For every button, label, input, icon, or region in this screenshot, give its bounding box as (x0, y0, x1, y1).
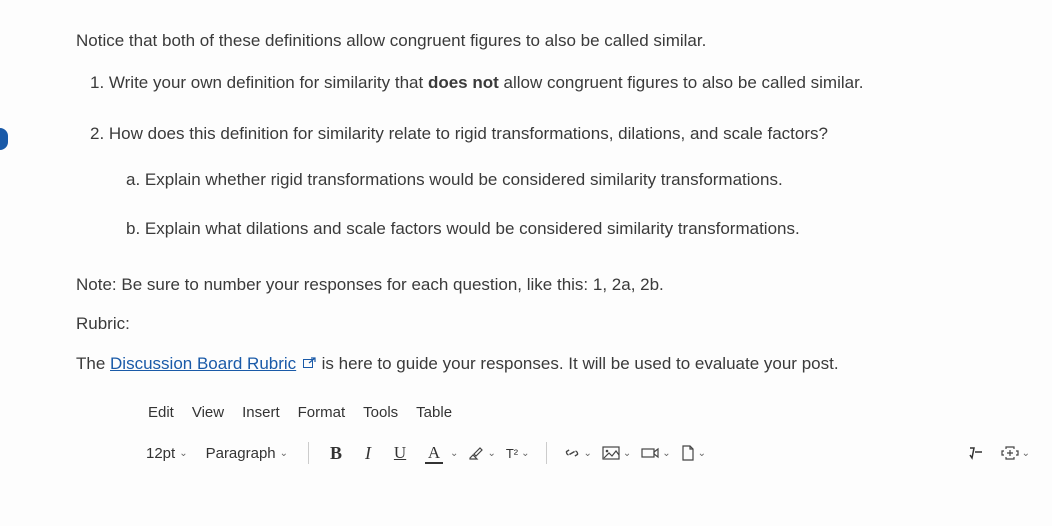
external-link-icon (303, 351, 317, 363)
text-color-icon: A (421, 441, 447, 465)
question-1: 1. Write your own definition for similar… (76, 70, 976, 96)
text-color-letter: A (428, 443, 440, 463)
italic-button[interactable]: I (355, 441, 381, 465)
editor-toolbar-container: Edit View Insert Format Tools Table 12pt… (0, 404, 1052, 465)
media-icon (641, 446, 659, 460)
block-format-value: Paragraph (206, 445, 276, 462)
chevron-down-icon: ⌄ (662, 448, 670, 459)
q1-text-after: allow congruent figures to also be calle… (499, 73, 864, 92)
menu-tools[interactable]: Tools (363, 404, 398, 421)
math-icon (968, 445, 984, 461)
link-icon (563, 446, 581, 460)
menu-view[interactable]: View (192, 404, 224, 421)
intro-paragraph: Notice that both of these definitions al… (76, 28, 976, 54)
chevron-down-icon: ⌄ (698, 448, 706, 459)
menu-edit[interactable]: Edit (148, 404, 174, 421)
q1-bold-text: does not (428, 73, 499, 92)
toolbar-divider (546, 442, 547, 464)
embed-icon (1001, 446, 1019, 460)
media-dropdown[interactable]: ⌄ (639, 446, 672, 460)
menu-table[interactable]: Table (416, 404, 452, 421)
question-2: 2. How does this definition for similari… (76, 121, 976, 147)
chevron-down-icon: ⌄ (623, 448, 631, 459)
highlight-icon (468, 445, 484, 461)
rubric-paragraph: The Discussion Board Rubric is here to g… (76, 351, 976, 377)
image-icon (602, 446, 620, 460)
toolbar-divider (308, 442, 309, 464)
editor-toolbar: 12pt ⌄ Paragraph ⌄ B I U A ⌄ ⌄ T² ⌄ (140, 441, 1032, 465)
q1-text-before: Write your own definition for similarity… (109, 73, 428, 92)
editor-menu-bar: Edit View Insert Format Tools Table (140, 404, 1032, 421)
text-color-dropdown[interactable]: A ⌄ (419, 441, 460, 465)
block-format-dropdown[interactable]: Paragraph ⌄ (200, 443, 294, 464)
menu-insert[interactable]: Insert (242, 404, 280, 421)
bold-button[interactable]: B (323, 441, 349, 465)
document-content: Notice that both of these definitions al… (0, 0, 1052, 376)
chevron-down-icon: ⌄ (1022, 448, 1030, 459)
rubric-after: is here to guide your responses. It will… (322, 354, 839, 373)
chevron-down-icon: ⌄ (179, 448, 187, 459)
chevron-down-icon: ⌄ (584, 448, 592, 459)
rubric-label: Rubric: (76, 311, 976, 337)
chevron-down-icon: ⌄ (450, 448, 458, 459)
chevron-down-icon: ⌄ (521, 448, 529, 459)
chevron-down-icon: ⌄ (280, 448, 288, 459)
font-size-value: 12pt (146, 445, 175, 462)
image-dropdown[interactable]: ⌄ (600, 446, 633, 460)
chevron-down-icon: ⌄ (487, 448, 495, 459)
math-button[interactable] (963, 441, 989, 465)
highlight-color-dropdown[interactable]: ⌄ (466, 445, 497, 461)
font-size-dropdown[interactable]: 12pt ⌄ (140, 443, 194, 464)
document-icon (681, 445, 695, 461)
underline-button[interactable]: U (387, 441, 413, 465)
rubric-before: The (76, 354, 110, 373)
q1-number: 1. (90, 73, 109, 92)
link-dropdown[interactable]: ⌄ (561, 446, 594, 460)
note-paragraph: Note: Be sure to number your responses f… (76, 272, 976, 298)
menu-format[interactable]: Format (298, 404, 346, 421)
question-2b: b. Explain what dilations and scale fact… (76, 216, 976, 242)
embed-dropdown[interactable]: ⌄ (999, 446, 1032, 460)
superscript-icon: T² (506, 446, 518, 461)
toolbar-right-group: ⌄ (963, 441, 1032, 465)
document-dropdown[interactable]: ⌄ (679, 445, 708, 461)
rubric-link[interactable]: Discussion Board Rubric (110, 354, 296, 373)
superscript-dropdown[interactable]: T² ⌄ (504, 446, 532, 461)
question-2a: a. Explain whether rigid transformations… (76, 167, 976, 193)
